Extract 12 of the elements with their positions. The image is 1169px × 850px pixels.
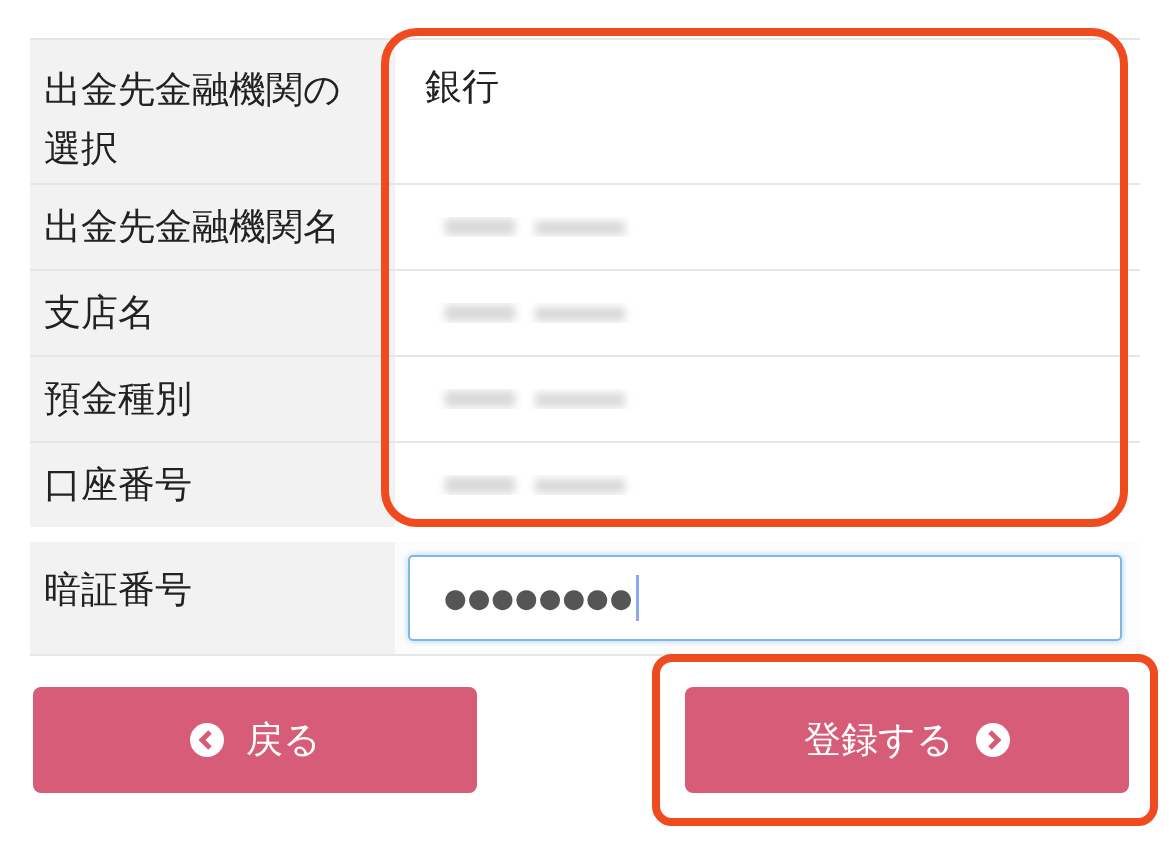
field-label: 出金先金融機関の選択	[30, 40, 395, 183]
field-label: 支店名	[30, 271, 395, 355]
back-button[interactable]: 戻る	[33, 687, 477, 793]
register-button[interactable]: 登録する	[685, 687, 1129, 793]
field-label: 出金先金融機関名	[30, 185, 395, 269]
field-label: 口座番号	[30, 443, 395, 527]
chevron-right-icon	[976, 723, 1010, 757]
chevron-left-icon	[189, 723, 224, 757]
field-label: 預金種別	[30, 357, 395, 441]
field-value: 銀行	[425, 64, 499, 110]
field-label: 暗証番号	[30, 542, 395, 654]
password-field[interactable]: ●●●●●●●●	[408, 555, 1122, 641]
